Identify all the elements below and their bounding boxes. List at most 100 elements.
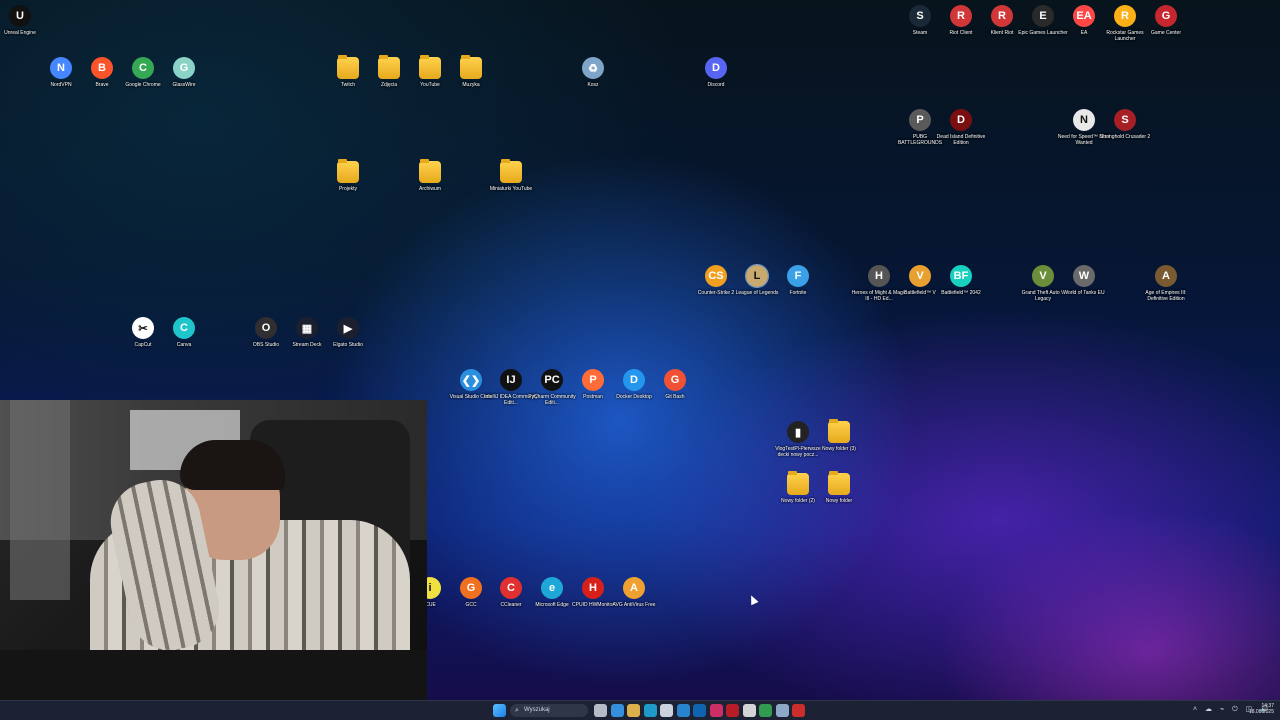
stronghold-icon: S [1114, 109, 1136, 131]
desktop-icon-label: Fortnite [789, 290, 807, 296]
epic-games-icon: E [1032, 5, 1054, 27]
windows-start-icon[interactable] [493, 704, 506, 717]
outlook-icon[interactable] [693, 704, 706, 717]
desktop-icon[interactable]: G GlassWire [156, 57, 212, 88]
vscode-icon[interactable] [676, 704, 690, 717]
desktop-icon-label: Game Center [1150, 30, 1181, 36]
desktop-icon[interactable]: Archiwum [402, 159, 458, 192]
edge-icon: e [541, 577, 563, 599]
unreal-engine-icon: U [9, 5, 31, 27]
desktop-icon-label: Muzyka [462, 82, 480, 88]
folder-icon [337, 55, 359, 79]
desktop-icon[interactable]: C Canva [156, 317, 212, 348]
vscode-icon: ❮❯ [460, 369, 482, 391]
desktop-icon[interactable]: A AVG AntiVirus Free [606, 577, 662, 608]
gcc-icon: G [460, 577, 482, 599]
bfv-icon: V [909, 265, 931, 287]
desktop-icon-label: Discord [707, 82, 725, 88]
desktop-icon-label: Nowy folder (3) [822, 446, 856, 452]
intellij-icon: IJ [500, 369, 522, 391]
lol-icon: L [745, 264, 769, 288]
webcam-person-hair [180, 440, 285, 490]
desktop-icon[interactable]: Nowy folder [811, 471, 867, 504]
document-icon[interactable] [742, 704, 756, 717]
desktop-icon[interactable]: G Git Bash [647, 369, 703, 400]
pubg-icon: P [909, 109, 931, 131]
desktop-icon[interactable]: D Discord [688, 57, 744, 88]
postman-icon: P [582, 369, 604, 391]
folder-icon [337, 159, 359, 183]
elgato-icon: ▶ [337, 317, 359, 339]
folder-icon [787, 471, 809, 495]
ea-icon: EA [1073, 5, 1095, 27]
edge-icon[interactable] [643, 704, 657, 717]
recycle-bin-icon: ♻ [582, 57, 604, 79]
glasswire-icon: G [173, 57, 195, 79]
file-explorer-icon[interactable] [627, 704, 640, 717]
desktop-icon-label: Elgato Studio [333, 342, 363, 348]
check-app-icon[interactable] [775, 704, 789, 717]
desktop-icon[interactable]: U Unreal Engine [0, 5, 48, 36]
chrome-icon[interactable] [759, 704, 772, 717]
taskbar: ⌕ Wyszukaj ˄ ☁ ⌁ ⏻ ◫ 🔊 14:37 18.08.2025 [0, 700, 1280, 720]
homm3-icon: H [868, 265, 890, 287]
desktop-icon-label: Miniaturki YouTube [489, 186, 533, 192]
desktop-icon[interactable]: A Age of Empires III: Definitive Edition [1138, 265, 1194, 302]
desktop-icon[interactable]: D Dead Island Definitive Edition [933, 109, 989, 146]
stream-deck-icon: ▦ [296, 317, 318, 339]
brave-icon: B [91, 57, 113, 79]
desktop-icon-label: Stronghold Crusader 2 [1099, 134, 1151, 140]
copilot-icon[interactable] [610, 704, 624, 717]
webcam-door [10, 400, 70, 600]
desktop-icon[interactable]: Muzyka [443, 55, 499, 88]
desktop-icon-label: Archiwum [419, 186, 441, 192]
folder-icon [828, 471, 850, 495]
desktop-icon[interactable]: Nowy folder (3) [811, 419, 867, 452]
store-icon[interactable] [660, 704, 673, 717]
desktop-icon[interactable]: W World of Tanks EU [1056, 265, 1112, 296]
chrome-icon: C [132, 57, 154, 79]
wot-icon: W [1073, 265, 1095, 287]
desktop-icon-label: Dead Island Definitive Edition [936, 134, 986, 146]
nfs-icon: N [1073, 109, 1095, 131]
desktop-icon[interactable]: S Stronghold Crusader 2 [1097, 109, 1153, 140]
desktop-icon-label: Nowy folder [825, 498, 853, 504]
taskbar-search[interactable]: ⌕ Wyszukaj [510, 704, 588, 717]
desktop-icon-label: World of Tanks EU [1063, 290, 1105, 296]
aoe3-icon: A [1155, 265, 1177, 287]
task-view-icon[interactable] [594, 704, 607, 717]
folder-icon [828, 419, 850, 443]
instagram-icon[interactable] [709, 704, 723, 717]
desktop-icon-label: GlassWire [172, 82, 196, 88]
desktop-icon[interactable]: BF Battlefield™ 2042 [933, 265, 989, 296]
desktop-icon-label: Battlefield™ 2042 [941, 290, 981, 296]
desktop-icon[interactable]: Miniaturki YouTube [483, 159, 539, 192]
desktop-icon[interactable]: G Game Center [1138, 5, 1194, 36]
pycharm-icon: PC [541, 369, 563, 391]
video-file-icon: ▮ [787, 421, 809, 443]
steam-icon: S [909, 5, 931, 27]
desktop-icon[interactable]: F Fortnite [770, 265, 826, 296]
hwmonitor-icon: H [582, 577, 604, 599]
taskbar-clock[interactable]: 14:37 18.08.2025 [1249, 703, 1274, 715]
desktop-icon-label: Unreal Engine [4, 30, 36, 36]
desktop-icon[interactable]: ▶ Elgato Studio [320, 317, 376, 348]
desktop-icon[interactable]: Projekty [320, 159, 376, 192]
game-center-icon: G [1155, 5, 1177, 27]
desktop-icon[interactable]: ♻ Kosz [565, 57, 621, 88]
discord-icon: D [705, 57, 727, 79]
docker-icon: D [623, 369, 645, 391]
cs2-icon: CS [705, 265, 727, 287]
dead-island-icon: D [950, 109, 972, 131]
webcam-overlay [0, 400, 427, 700]
red-app-icon[interactable] [726, 704, 739, 717]
folder-icon [500, 159, 522, 183]
clock-date: 18.08.2025 [1248, 709, 1274, 715]
gta5-icon: V [1032, 265, 1054, 287]
nordvpn-icon: N [50, 57, 72, 79]
desktop-icon-label: Projekty [338, 186, 358, 192]
fortnite-icon: F [787, 265, 809, 287]
desktop-icon-label: Git Bash [665, 394, 685, 400]
folder-icon [460, 55, 482, 79]
recording-app-icon[interactable] [792, 704, 805, 717]
